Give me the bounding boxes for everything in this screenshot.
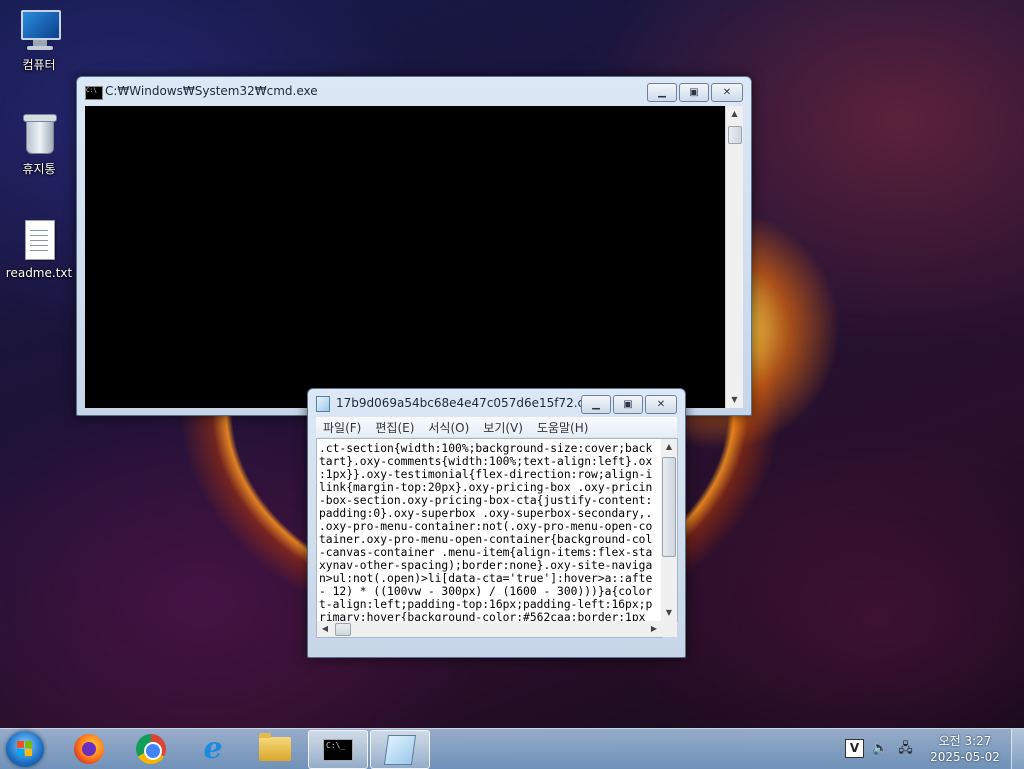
scroll-left-icon[interactable]: ◀ bbox=[317, 621, 333, 637]
network-icon[interactable]: 🖧 bbox=[897, 740, 914, 757]
text-line: tainer.oxy-pro-menu-open-container{backg… bbox=[319, 533, 653, 546]
cmd-title: C:₩Windows₩System32₩cmd.exe bbox=[105, 84, 318, 98]
cmd-vertical-scrollbar[interactable]: ▲ ▼ bbox=[725, 106, 743, 408]
resize-grip[interactable] bbox=[661, 621, 677, 637]
minimize-icon: ▁ bbox=[592, 399, 600, 410]
clock-date: 2025-05-02 bbox=[930, 750, 1000, 764]
minimize-icon: ▁ bbox=[658, 87, 666, 98]
ime-indicator[interactable]: V bbox=[845, 739, 864, 758]
minimize-button[interactable]: ▁ bbox=[647, 83, 677, 102]
menu-file[interactable]: 파일(F) bbox=[316, 417, 368, 437]
maximize-button[interactable]: ▣ bbox=[679, 83, 709, 102]
clock[interactable]: 오전 3:27 2025-05-02 bbox=[920, 733, 1010, 765]
cmd-icon: C:\ bbox=[85, 86, 103, 100]
volume-icon[interactable]: 🔈 bbox=[872, 740, 889, 757]
taskbar-chrome[interactable] bbox=[122, 730, 180, 767]
start-button[interactable] bbox=[6, 731, 44, 767]
desktop-icon-computer[interactable]: 컴퓨터 bbox=[4, 8, 74, 73]
desktop-icon-label: 휴지통 bbox=[22, 162, 56, 176]
text-line: padding:0}.oxy-superbox .oxy-superbox-se… bbox=[319, 507, 653, 520]
taskbar-notepad[interactable] bbox=[370, 730, 430, 769]
notepad-menubar: 파일(F) 편집(E) 서식(O) 보기(V) 도움말(H) bbox=[316, 417, 677, 437]
notepad-icon bbox=[316, 396, 330, 412]
menu-help[interactable]: 도움말(H) bbox=[530, 417, 596, 437]
firefox-icon bbox=[74, 733, 104, 764]
notepad-window[interactable]: 17b9d069a54bc68e4e47c057d6e15f72.cs... ▁… bbox=[307, 388, 686, 658]
notepad-text-area[interactable]: .ct-section{width:100%;background-size:c… bbox=[316, 438, 663, 622]
close-icon: ✕ bbox=[656, 399, 666, 410]
taskbar-file-explorer[interactable] bbox=[246, 730, 304, 767]
scroll-right-icon[interactable]: ▶ bbox=[646, 621, 662, 637]
scroll-down-icon[interactable]: ▼ bbox=[661, 605, 677, 621]
text-line: :1px}}.oxy-testimonial{flex-direction:ro… bbox=[319, 468, 653, 481]
cmd-icon: C:\_ bbox=[323, 738, 353, 761]
cmd-window[interactable]: C:\ C:₩Windows₩System32₩cmd.exe ▁ ▣ ✕ ▲ … bbox=[76, 76, 752, 416]
text-line: t-align:left;padding-top:16px;padding-le… bbox=[319, 598, 653, 611]
menu-view[interactable]: 보기(V) bbox=[476, 417, 530, 437]
recycle-bin-icon bbox=[17, 112, 61, 156]
taskbar: e C:\_ V 🔈 🖧 오전 3:27 2025-05-02 bbox=[0, 728, 1024, 769]
internet-explorer-icon: e bbox=[203, 731, 223, 766]
maximize-icon: ▣ bbox=[689, 87, 699, 98]
scroll-down-icon[interactable]: ▼ bbox=[726, 392, 743, 408]
desktop-icon-label: readme.txt bbox=[5, 266, 73, 280]
text-line: tart}.oxy-comments{width:100%;text-align… bbox=[319, 455, 653, 468]
minimize-button[interactable]: ▁ bbox=[581, 395, 611, 414]
text-line: -box-section.oxy-pricing-box-cta{justify… bbox=[319, 494, 653, 507]
system-tray: V 🔈 🖧 bbox=[845, 739, 914, 758]
notepad-titlebar[interactable]: 17b9d069a54bc68e4e47c057d6e15f72.cs... ▁… bbox=[308, 389, 685, 417]
close-button[interactable]: ✕ bbox=[645, 395, 677, 414]
scroll-thumb[interactable] bbox=[662, 457, 676, 557]
windows-logo-icon bbox=[17, 741, 33, 757]
text-line: n>ul:not(.open)>li[data-cta='true']:hove… bbox=[319, 572, 653, 585]
scroll-up-icon[interactable]: ▲ bbox=[726, 106, 743, 122]
menu-edit[interactable]: 편집(E) bbox=[368, 417, 421, 437]
console-output[interactable] bbox=[85, 106, 725, 408]
computer-icon bbox=[17, 8, 61, 52]
show-desktop-button[interactable] bbox=[1011, 729, 1024, 769]
close-icon: ✕ bbox=[722, 87, 732, 98]
scroll-thumb[interactable] bbox=[335, 623, 351, 636]
text-line: .ct-section{width:100%;background-size:c… bbox=[319, 442, 653, 455]
chrome-icon bbox=[136, 733, 166, 764]
taskbar-cmd[interactable]: C:\_ bbox=[308, 730, 368, 769]
close-button[interactable]: ✕ bbox=[711, 83, 743, 102]
notepad-vertical-scrollbar[interactable]: ▲ ▼ bbox=[661, 438, 678, 622]
maximize-button[interactable]: ▣ bbox=[613, 395, 643, 414]
file-explorer-icon bbox=[259, 732, 291, 761]
text-line: - 12) * ((100vw - 300px) / (1600 - 300))… bbox=[319, 585, 653, 598]
notepad-icon bbox=[383, 734, 417, 765]
taskbar-firefox[interactable] bbox=[60, 730, 118, 767]
cmd-titlebar[interactable]: C:\ C:₩Windows₩System32₩cmd.exe ▁ ▣ ✕ bbox=[77, 77, 751, 105]
maximize-icon: ▣ bbox=[623, 399, 633, 410]
desktop-icon-readme[interactable]: readme.txt bbox=[4, 218, 74, 280]
text-line: .oxy-pro-menu-container:not(.oxy-pro-men… bbox=[319, 520, 653, 533]
text-file-icon bbox=[17, 218, 61, 262]
desktop-icon-recycle-bin[interactable]: 휴지통 bbox=[4, 112, 74, 177]
text-line: -canvas-container .menu-item{align-items… bbox=[319, 546, 653, 559]
menu-format[interactable]: 서식(O) bbox=[421, 417, 476, 437]
text-line: link{margin-top:20px}.oxy-pricing-box .o… bbox=[319, 481, 653, 494]
desktop-icon-label: 컴퓨터 bbox=[22, 58, 56, 72]
clock-time: 오전 3:27 bbox=[938, 734, 992, 748]
notepad-title: 17b9d069a54bc68e4e47c057d6e15f72.cs... bbox=[336, 396, 602, 410]
notepad-horizontal-scrollbar[interactable]: ◀ ▶ bbox=[316, 621, 663, 638]
scroll-up-icon[interactable]: ▲ bbox=[661, 439, 677, 455]
scroll-thumb[interactable] bbox=[728, 126, 742, 144]
taskbar-internet-explorer[interactable]: e bbox=[184, 730, 242, 767]
text-line: xynav-other-spacing);border:none}.oxy-si… bbox=[319, 559, 653, 572]
